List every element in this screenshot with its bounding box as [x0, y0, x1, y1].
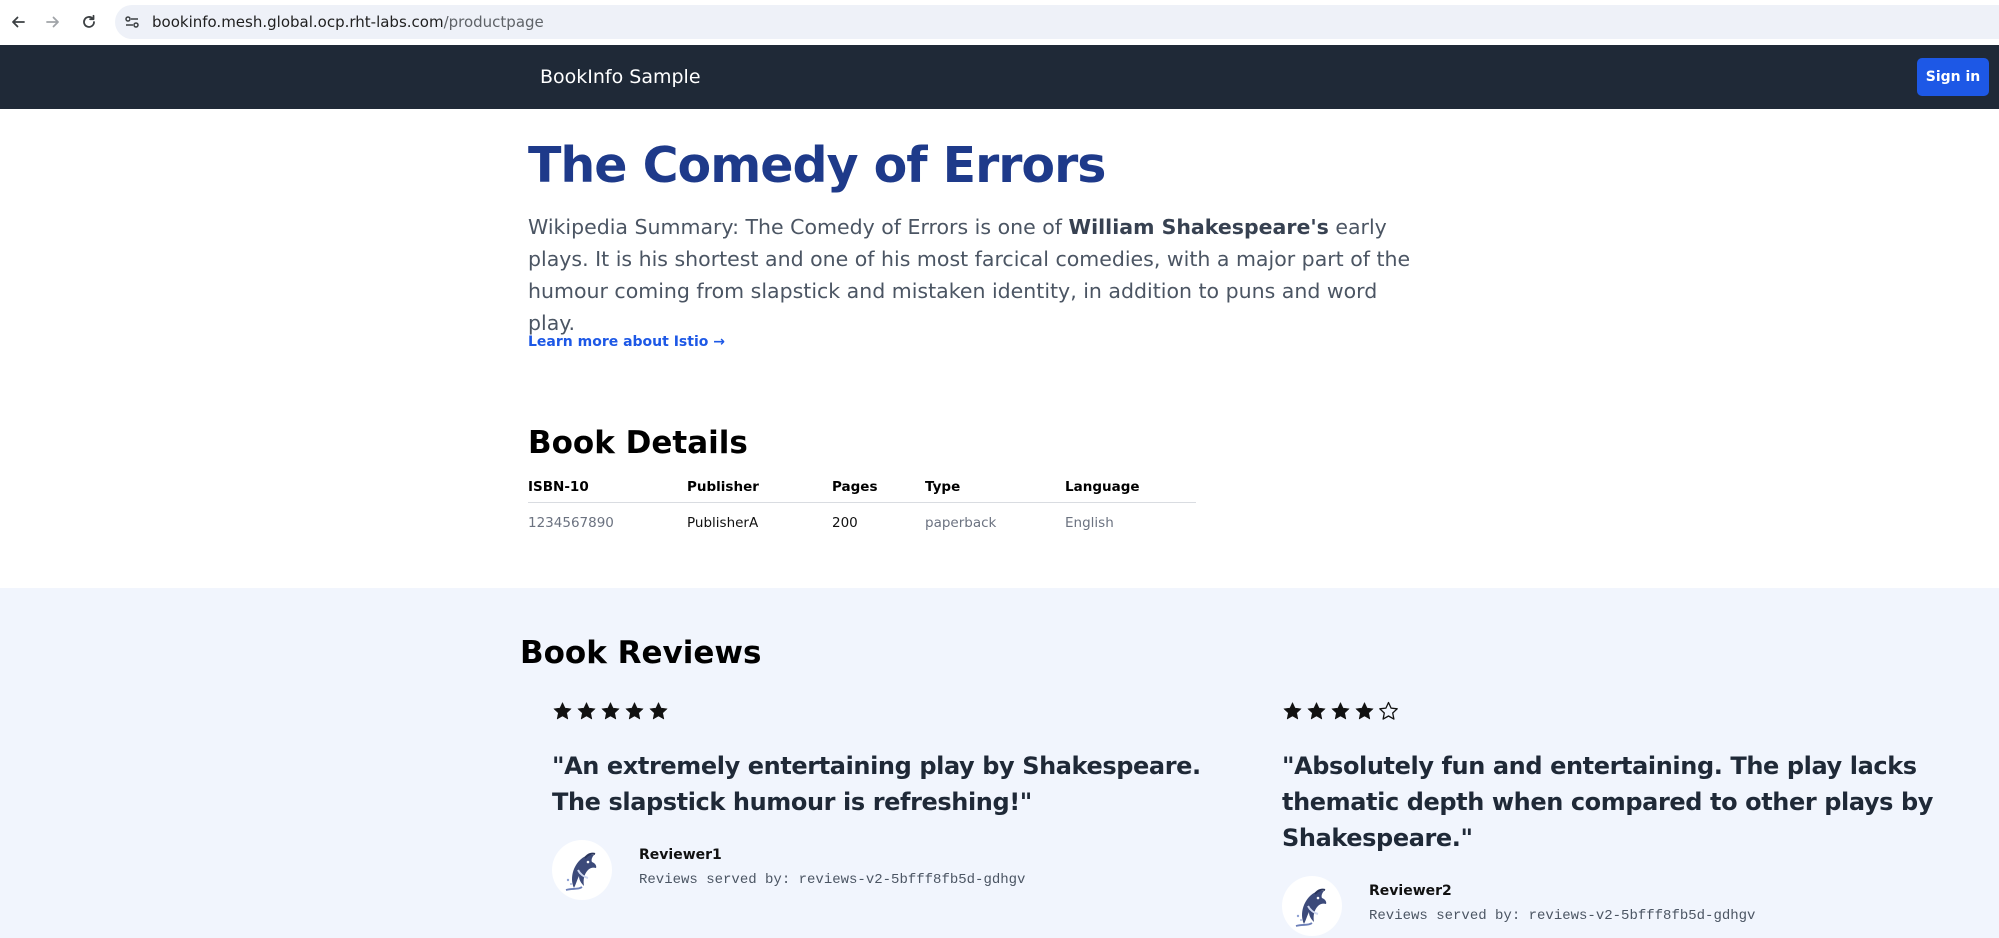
table-header-row: ISBN-10 Publisher Pages Type Language [528, 472, 1196, 503]
reviewer-info: Reviewer1 Reviews served by: reviews-v2-… [552, 840, 1212, 900]
summary-prefix: Wikipedia Summary: The Comedy of Errors … [528, 215, 1069, 239]
back-arrow-icon [12, 16, 25, 28]
star-icon [577, 701, 596, 719]
dolphin-avatar-icon [1295, 888, 1327, 927]
star-icon [1331, 701, 1350, 719]
summary-author: William Shakespeare's [1068, 215, 1329, 239]
star-icon [1355, 701, 1374, 719]
book-details-table: ISBN-10 Publisher Pages Type Language 12… [528, 472, 1196, 543]
site-settings-icon[interactable] [123, 13, 141, 31]
reload-button[interactable] [76, 9, 102, 35]
app-navbar: BookInfo Sample Sign in [0, 45, 1999, 109]
cell-language: English [1065, 515, 1114, 531]
url-text[interactable]: bookinfo.mesh.global.ocp.rht-labs.com/pr… [152, 13, 544, 31]
reviews-section: Book Reviews "An extremely entertaining … [0, 588, 1999, 938]
reviewer-name: Reviewer1 [639, 847, 722, 863]
star-icon [553, 701, 572, 719]
avatar [552, 840, 612, 900]
star-icon [625, 701, 644, 719]
header-pages: Pages [832, 472, 925, 503]
back-button[interactable] [5, 9, 31, 35]
review-card: "Absolutely fun and entertaining. The pl… [1282, 700, 1962, 936]
cell-publisher: PublisherA [687, 515, 759, 531]
header-type: Type [925, 472, 1065, 503]
book-summary: Wikipedia Summary: The Comedy of Errors … [528, 211, 1428, 339]
cell-type: paperback [925, 515, 997, 531]
brand-title[interactable]: BookInfo Sample [540, 65, 701, 89]
url-host: bookinfo.mesh.global.ocp.rht-labs.com [152, 13, 444, 31]
header-publisher: Publisher [687, 472, 832, 503]
star-icon [649, 701, 668, 719]
review-text: "An extremely entertaining play by Shake… [552, 752, 1201, 816]
reviewer-name: Reviewer2 [1369, 883, 1452, 899]
star-rating [552, 700, 1212, 722]
star-outline-icon [1379, 701, 1398, 720]
star-rating [1282, 700, 1962, 722]
dolphin-avatar-icon [565, 852, 597, 891]
book-title: The Comedy of Errors [528, 137, 1106, 194]
browser-toolbar: bookinfo.mesh.global.ocp.rht-labs.com/pr… [0, 0, 1999, 46]
review-card: "An extremely entertaining play by Shake… [552, 700, 1212, 900]
url-path: /productpage [443, 13, 544, 31]
learn-more-link[interactable]: Learn more about Istio → [528, 334, 725, 350]
avatar [1282, 876, 1342, 936]
star-icon [1307, 701, 1326, 719]
star-icon [1283, 701, 1302, 719]
table-row: 1234567890 PublisherA 200 paperback Engl… [528, 503, 1196, 544]
sign-in-button[interactable]: Sign in [1917, 58, 1989, 96]
header-language: Language [1065, 472, 1196, 503]
address-bar[interactable]: bookinfo.mesh.global.ocp.rht-labs.com/pr… [115, 5, 1999, 39]
served-by-text: Reviews served by: reviews-v2-5bfff8fb5d… [1369, 908, 1756, 924]
book-details-heading: Book Details [528, 425, 748, 461]
reviewer-info: Reviewer2 Reviews served by: reviews-v2-… [1282, 876, 1962, 936]
star-icon [601, 701, 620, 719]
cell-pages: 200 [832, 515, 858, 531]
reload-icon [83, 14, 95, 28]
review-text: "Absolutely fun and entertaining. The pl… [1282, 752, 1933, 852]
served-by-text: Reviews served by: reviews-v2-5bfff8fb5d… [639, 872, 1026, 888]
header-isbn: ISBN-10 [528, 472, 687, 503]
book-reviews-heading: Book Reviews [520, 635, 762, 671]
cell-isbn: 1234567890 [528, 515, 614, 531]
forward-arrow-icon [46, 16, 59, 28]
forward-button[interactable] [40, 9, 66, 35]
